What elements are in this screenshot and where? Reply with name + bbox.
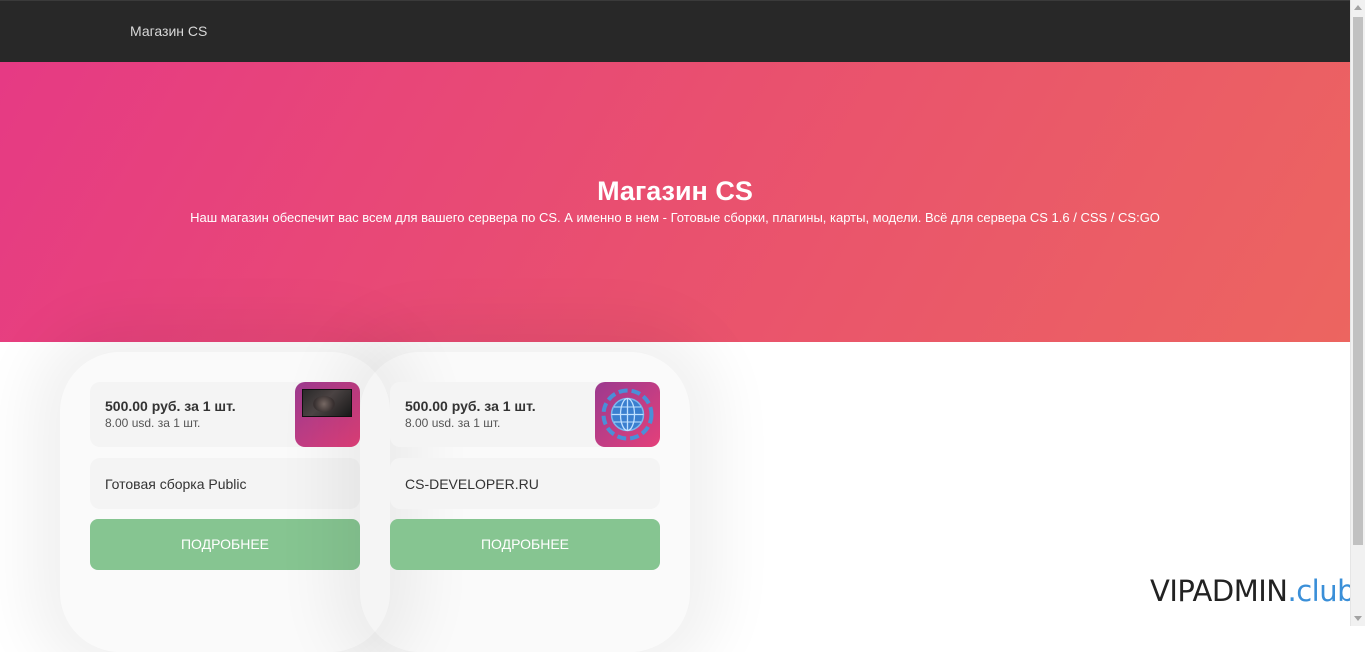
game-screenshot-icon <box>302 389 352 417</box>
watermark-main: VIPADMIN <box>1150 574 1287 608</box>
scroll-up-icon[interactable] <box>1354 5 1362 10</box>
product-name: Готовая сборка Public <box>105 476 247 492</box>
hero-title: Магазин CS <box>0 176 1350 207</box>
top-navbar: Магазин CS <box>0 0 1350 62</box>
product-name-box: CS-DEVELOPER.RU <box>390 458 660 509</box>
price-usd: 8.00 usd. за 1 шт. <box>105 416 200 430</box>
watermark-suffix: .club <box>1287 574 1355 608</box>
hero-banner: Магазин CS Наш магазин обеспечит вас все… <box>0 62 1350 342</box>
details-button[interactable]: ПОДРОБНЕЕ <box>90 519 360 570</box>
price-box: 500.00 руб. за 1 шт. 8.00 usd. за 1 шт. <box>390 382 660 447</box>
details-button[interactable]: ПОДРОБНЕЕ <box>390 519 660 570</box>
product-thumbnail[interactable] <box>295 382 360 447</box>
price-usd: 8.00 usd. за 1 шт. <box>405 416 500 430</box>
products-section: 500.00 руб. за 1 шт. 8.00 usd. за 1 шт. … <box>0 342 1350 626</box>
vertical-scrollbar[interactable] <box>1350 0 1365 626</box>
product-name-box: Готовая сборка Public <box>90 458 360 509</box>
hero-subtitle: Наш магазин обеспечит вас всем для вашег… <box>0 210 1350 225</box>
navbar-brand-link[interactable]: Магазин CS <box>130 23 207 39</box>
scroll-down-icon[interactable] <box>1354 616 1362 621</box>
product-thumbnail[interactable] <box>595 382 660 447</box>
globe-gear-icon <box>595 382 660 447</box>
price-rub: 500.00 руб. за 1 шт. <box>405 398 536 414</box>
product-name: CS-DEVELOPER.RU <box>405 476 539 492</box>
price-rub: 500.00 руб. за 1 шт. <box>105 398 236 414</box>
site-watermark: VIPADMIN.club <box>1150 574 1355 608</box>
scrollbar-thumb[interactable] <box>1353 17 1363 545</box>
price-box: 500.00 руб. за 1 шт. 8.00 usd. за 1 шт. <box>90 382 360 447</box>
character-figure <box>313 396 335 412</box>
